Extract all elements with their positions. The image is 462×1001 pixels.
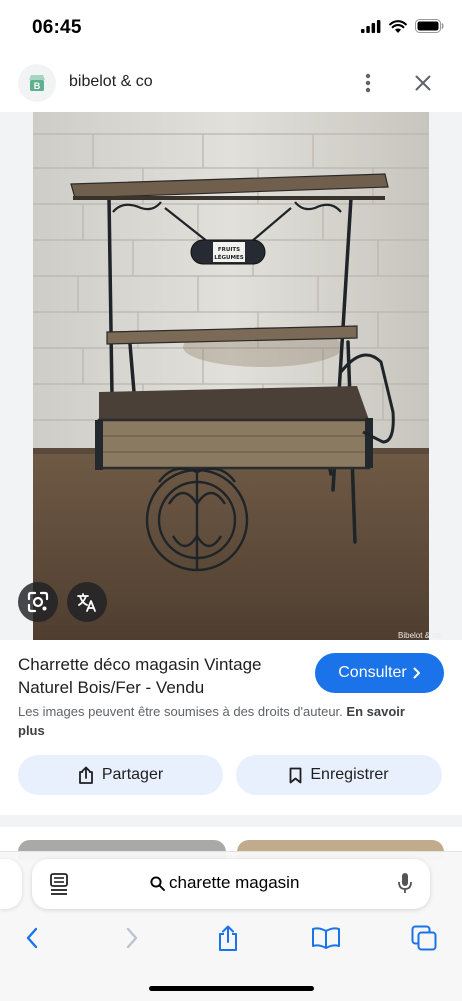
- share-label: Partager: [101, 766, 164, 783]
- address-query: charette magasin: [169, 873, 300, 892]
- previous-tab-peek[interactable]: [0, 859, 22, 909]
- chevron-right-icon: [413, 667, 420, 679]
- site-name[interactable]: bibelot & co: [69, 73, 153, 91]
- sign-line2: LÉGUMES: [214, 253, 243, 261]
- status-icons: [361, 19, 444, 33]
- cellular-signal-icon: [361, 19, 381, 33]
- page-menu-icon[interactable]: [50, 873, 68, 895]
- address-text[interactable]: charette magasin: [150, 873, 299, 893]
- consult-label: Consulter: [338, 664, 407, 681]
- save-label: Enregistrer: [310, 766, 389, 783]
- consult-button[interactable]: Consulter: [315, 653, 444, 693]
- status-time: 06:45: [32, 17, 82, 38]
- save-button[interactable]: Enregistrer: [236, 755, 442, 795]
- image-watermark: Bibelot & co: [398, 631, 441, 640]
- site-logo: B: [18, 64, 56, 102]
- back-button[interactable]: [16, 922, 48, 954]
- image-viewer[interactable]: FRUITS LÉGUMES: [0, 112, 462, 640]
- shop-logo-icon: B: [29, 75, 45, 91]
- copyright-text: Les images peuvent être soumises à des d…: [18, 704, 343, 719]
- share-button[interactable]: Partager: [18, 755, 223, 795]
- home-indicator: [149, 986, 314, 991]
- tabs-icon: [411, 925, 437, 951]
- cart-photo-illustration: FRUITS LÉGUMES: [33, 112, 429, 640]
- bookmarks-button[interactable]: [310, 922, 342, 954]
- wifi-icon: [389, 19, 407, 33]
- bookmark-icon: [289, 767, 302, 783]
- section-divider: [0, 815, 462, 827]
- sign-line1: FRUITS: [218, 247, 240, 253]
- result-title[interactable]: Charrette déco magasin Vintage Naturel B…: [18, 653, 300, 699]
- search-icon: [150, 875, 165, 891]
- product-photo[interactable]: FRUITS LÉGUMES: [33, 112, 429, 640]
- share-icon: [219, 925, 237, 951]
- copyright-notice: Les images peuvent être soumises à des d…: [18, 702, 428, 740]
- address-bar[interactable]: charette magasin: [32, 859, 430, 909]
- status-bar: 06:45: [0, 0, 462, 56]
- google-lens-button[interactable]: [18, 582, 58, 622]
- forward-chevron-icon: [126, 927, 138, 949]
- close-button[interactable]: [409, 69, 437, 97]
- tabs-button[interactable]: [408, 922, 440, 954]
- site-logo-letter: B: [34, 81, 41, 91]
- share-page-button[interactable]: [212, 922, 244, 954]
- translate-button[interactable]: [67, 582, 107, 622]
- back-chevron-icon: [26, 927, 38, 949]
- translate-icon: [77, 593, 96, 612]
- more-options-button[interactable]: [356, 69, 380, 97]
- book-icon: [312, 927, 340, 949]
- microphone-icon[interactable]: [397, 872, 413, 895]
- forward-button[interactable]: [116, 922, 148, 954]
- battery-icon: [415, 19, 444, 33]
- close-icon: [415, 75, 431, 91]
- share-icon: [78, 766, 93, 784]
- lens-icon: [27, 591, 49, 613]
- more-vert-icon: [365, 73, 371, 93]
- site-header: B bibelot & co: [0, 56, 462, 112]
